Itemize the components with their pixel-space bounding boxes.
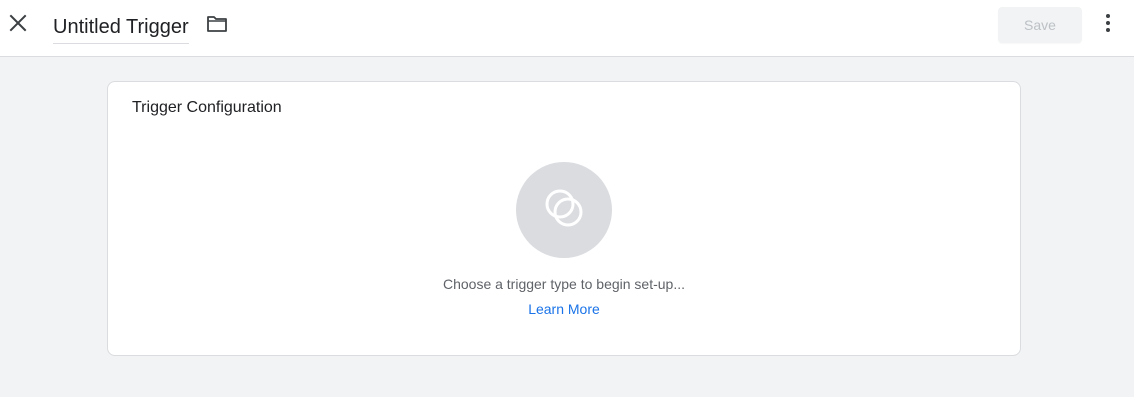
folder-button[interactable] [203, 12, 231, 40]
learn-more-link[interactable]: Learn More [528, 301, 600, 317]
top-bar: Untitled Trigger Save [0, 0, 1134, 57]
more-options-button[interactable] [1096, 12, 1120, 38]
trigger-configuration-card: Trigger Configuration Choose a trigger t… [107, 81, 1021, 356]
card-title: Trigger Configuration [132, 99, 282, 116]
learn-more-row: Learn More [108, 301, 1020, 317]
close-icon [9, 14, 27, 37]
trigger-type-icon [540, 184, 588, 237]
trigger-name: Untitled Trigger [53, 15, 189, 38]
folder-icon [206, 15, 228, 38]
save-button[interactable]: Save [998, 7, 1082, 43]
trigger-type-hint: Choose a trigger type to begin set-up... [442, 276, 686, 292]
choose-trigger-type-button[interactable] [516, 162, 612, 258]
more-vert-icon [1105, 13, 1111, 38]
close-button[interactable] [4, 9, 32, 41]
trigger-name-field[interactable]: Untitled Trigger [53, 10, 189, 44]
